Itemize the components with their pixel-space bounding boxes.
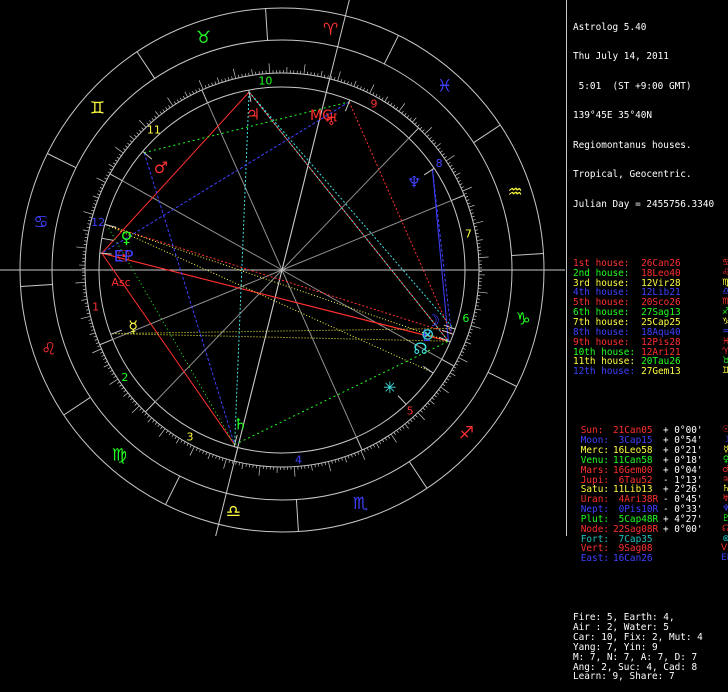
planet-name: Vert: [573,544,609,554]
stat-line: Fire: 5, Earth: 4, [573,613,728,623]
stat-line: Learn: 9, Share: 7 [573,672,728,682]
house-number: 10 [258,75,272,88]
planet-name: Fort: [573,535,609,545]
sign-icon: ♎ [226,502,241,522]
house-label: 12th house: [573,366,635,377]
planet-icon: EP [721,554,728,564]
wheel-rings [0,0,565,536]
house-number: 9 [370,98,377,111]
venu-icon: ♀ [121,228,133,247]
sign-icon: ♊ [90,98,105,118]
chart-time: 5:01 (ST +9:00 GMT) [573,82,728,92]
house-number: 5 [407,404,414,417]
ascendant-label: Asc [111,276,130,289]
house-row: 12th house: 27Gem13 ♊ [573,367,728,377]
planet-speed: + 0°00' [663,524,703,535]
degree-tick [476,237,479,238]
house-cusp-list: 1st house: 26Can26♋2nd house: 18Leo40♌3r… [573,259,728,377]
house-number: 3 [187,430,194,443]
house-number: 12 [91,216,105,229]
app-title: Astrolog 5.40 [573,23,728,33]
sign-icon: ♒ [508,183,523,203]
midheaven-label: MC [310,108,332,124]
planet-position: 16Can26 [613,554,663,564]
planet-position-list: Sun: 21Can05+ 0°00'☉Moon: 3Cap15+ 0°54'☽… [573,426,728,564]
stat-line: Car: 10, Fix: 2, Mut: 4 [573,633,728,643]
planet-row: East: 16Can26 EP [573,554,728,564]
sign-icon: ♏ [353,494,368,514]
julian-day: Julian Day = 2455756.3340 [573,200,728,210]
house-number: 7 [465,227,472,240]
stat-line: Yang: 7, Yin: 9 [573,643,728,653]
degree-tick [249,73,250,76]
chart-wheel: ♈♉♊♋♌♍♎♏♐♑♒♓123456789101112☉☽☿♀♂♃♄♅♆♇☊⊗✳… [0,0,565,536]
chart-date: Thu July 14, 2011 [573,52,728,62]
vert-icon: ✳ [383,378,396,397]
house-value: 27Gem13 [641,366,681,377]
sign-icon: ♈ [323,20,338,40]
east-icon: EP [114,247,134,266]
planet-name: East: [573,554,609,564]
planet-position: 7Cap35 [613,535,663,545]
house-number: 2 [121,371,128,384]
house-number: 6 [462,312,469,325]
fort-icon: ⊗ [421,325,434,344]
sign-icon: ♓ [437,76,452,96]
house-number: 8 [436,157,443,170]
house-number: 4 [295,453,302,466]
planet-icon: ⊗ [721,535,728,545]
planet-row: Vert: 9Sag08 Vx [573,544,728,554]
mars-icon: ♂ [154,158,168,177]
sign-icon: ♍ [112,446,127,466]
planet-row: Fort: 7Cap35 ⊗ [573,535,728,545]
nept-icon: ♆ [407,173,421,192]
chart-location: 139°45E 35°40N [573,111,728,121]
degree-tick [315,464,316,467]
merc-icon: ☿ [128,317,138,336]
satu-icon: ♄ [233,414,247,433]
zodiac-type: Tropical, Geocentric. [573,170,728,180]
element-stats: Fire: 5, Earth: 4,Air : 2, Water: 5Car: … [573,613,728,682]
house-system: Regiomontanus houses. [573,141,728,151]
house-number: 11 [147,124,161,137]
stat-line: Ang: 2, Suc: 4, Cad: 8 [573,663,728,673]
sign-icon: ♉ [196,28,211,48]
stat-line: M: 7, N: 7, A: 7, D: 7 [573,653,728,663]
sign-icon: ♑ [516,310,531,330]
jupi-icon: ♃ [246,105,260,124]
sign-icon: ♊ [721,367,728,377]
sign-icon: ♐ [459,424,474,444]
planet-icon: Vx [721,544,728,554]
stat-line: Air : 2, Water: 5 [573,623,728,633]
planet-position: 9Sag08 [613,544,663,554]
sign-icon: ♌ [41,339,56,359]
house-number: 1 [92,301,99,314]
sign-icon: ♋ [33,212,48,232]
info-panel: Astrolog 5.40 Thu July 14, 2011 5:01 (ST… [566,0,728,536]
degree-tick [85,303,88,304]
